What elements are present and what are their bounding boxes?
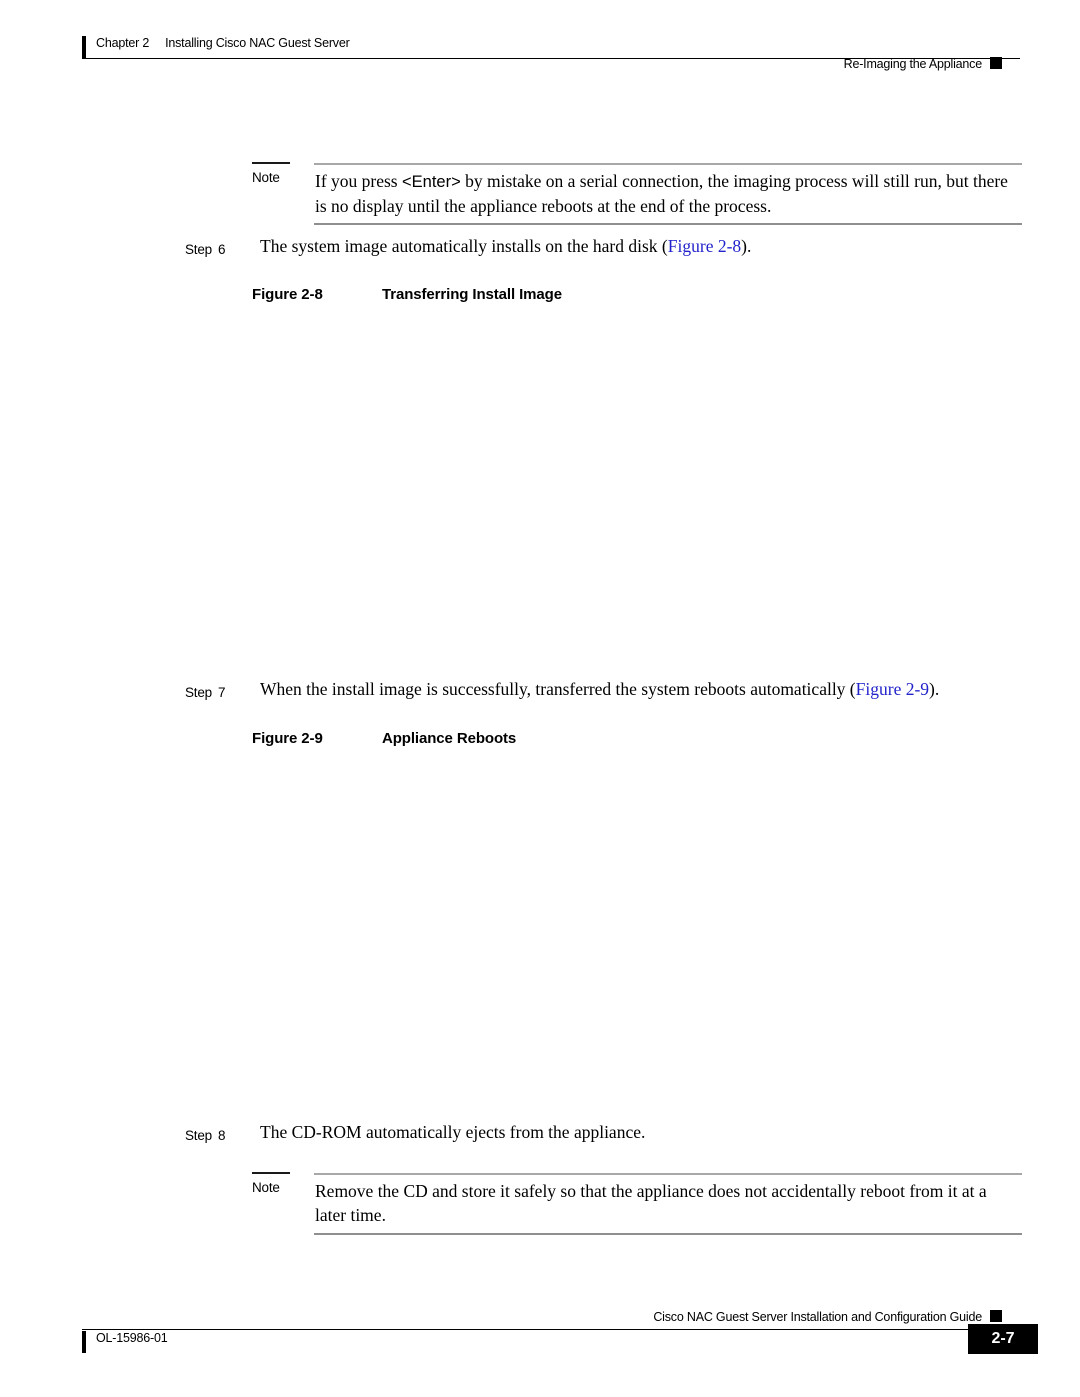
note-label: Note	[252, 170, 280, 185]
xref-figure-2-9[interactable]: Figure 2-9	[856, 679, 929, 699]
figure-2-9-number: Figure 2-9	[252, 730, 323, 747]
note-bottom-rule	[314, 1233, 1022, 1235]
note-text: If you press <Enter> by mistake on a ser…	[315, 170, 1022, 218]
step-8-label-word: Step	[185, 1128, 212, 1143]
footer-left-tab-mark	[82, 1331, 86, 1353]
step-7-text-before: When the install image is successfully, …	[260, 679, 856, 699]
note-top-rule	[314, 1173, 1022, 1175]
step-6-number: 6	[217, 242, 226, 257]
footer-guide-title: Cisco NAC Guest Server Installation and …	[653, 1310, 982, 1324]
footer-divider-rule	[82, 1329, 1020, 1331]
step-6-text-before: The system image automatically installs …	[260, 236, 668, 256]
figure-2-9-title: Appliance Reboots	[382, 730, 517, 747]
note-bottom-rule	[314, 223, 1022, 225]
figure-2-9-caption: Figure 2-9 Appliance Reboots	[252, 730, 516, 747]
figure-2-9-image	[252, 760, 1020, 1100]
running-footer: Cisco NAC Guest Server Installation and …	[0, 1290, 1080, 1360]
note-label-rule	[252, 162, 290, 164]
note-label-rule	[252, 1172, 290, 1174]
note-text: Remove the CD and store it safely so tha…	[315, 1181, 987, 1225]
step-7-text-after: ).	[929, 679, 940, 699]
figure-2-8-caption: Figure 2-8 Transferring Install Image	[252, 286, 562, 303]
step-8-number: 8	[217, 1128, 226, 1143]
note-text-part1: If you press	[315, 171, 402, 191]
footer-square-mark	[990, 1310, 1002, 1322]
step-8-text-before: The CD-ROM automatically ejects from the…	[260, 1122, 646, 1142]
step-6-text-after: ).	[741, 236, 752, 256]
step-6-text: The system image automatically installs …	[260, 235, 751, 258]
document-page: Chapter 2 Installing Cisco NAC Guest Serv…	[0, 0, 1080, 1397]
note-top-rule	[314, 163, 1022, 165]
figure-2-8-title: Transferring Install Image	[382, 286, 562, 303]
note-label: Note	[252, 1180, 280, 1195]
xref-figure-2-8[interactable]: Figure 2-8	[668, 236, 741, 256]
keycap-enter: <Enter>	[402, 173, 461, 191]
figure-2-8-image	[252, 315, 1020, 655]
page-body: Note If you press <Enter> by mistake on …	[0, 0, 1080, 1397]
step-7-label-word: Step	[185, 685, 212, 700]
step-7-text: When the install image is successfully, …	[260, 678, 939, 701]
figure-2-8-number: Figure 2-8	[252, 286, 323, 303]
step-8-label: Step 8	[185, 1124, 226, 1147]
step-7-number: 7	[217, 685, 226, 700]
step-8-text: The CD-ROM automatically ejects from the…	[260, 1121, 645, 1144]
step-6-label-word: Step	[185, 242, 212, 257]
page-number-badge: 2-7	[968, 1324, 1038, 1354]
step-7-label: Step 7	[185, 681, 226, 704]
footer-document-number: OL-15986-01	[96, 1331, 168, 1345]
step-6-label: Step 6	[185, 238, 226, 261]
